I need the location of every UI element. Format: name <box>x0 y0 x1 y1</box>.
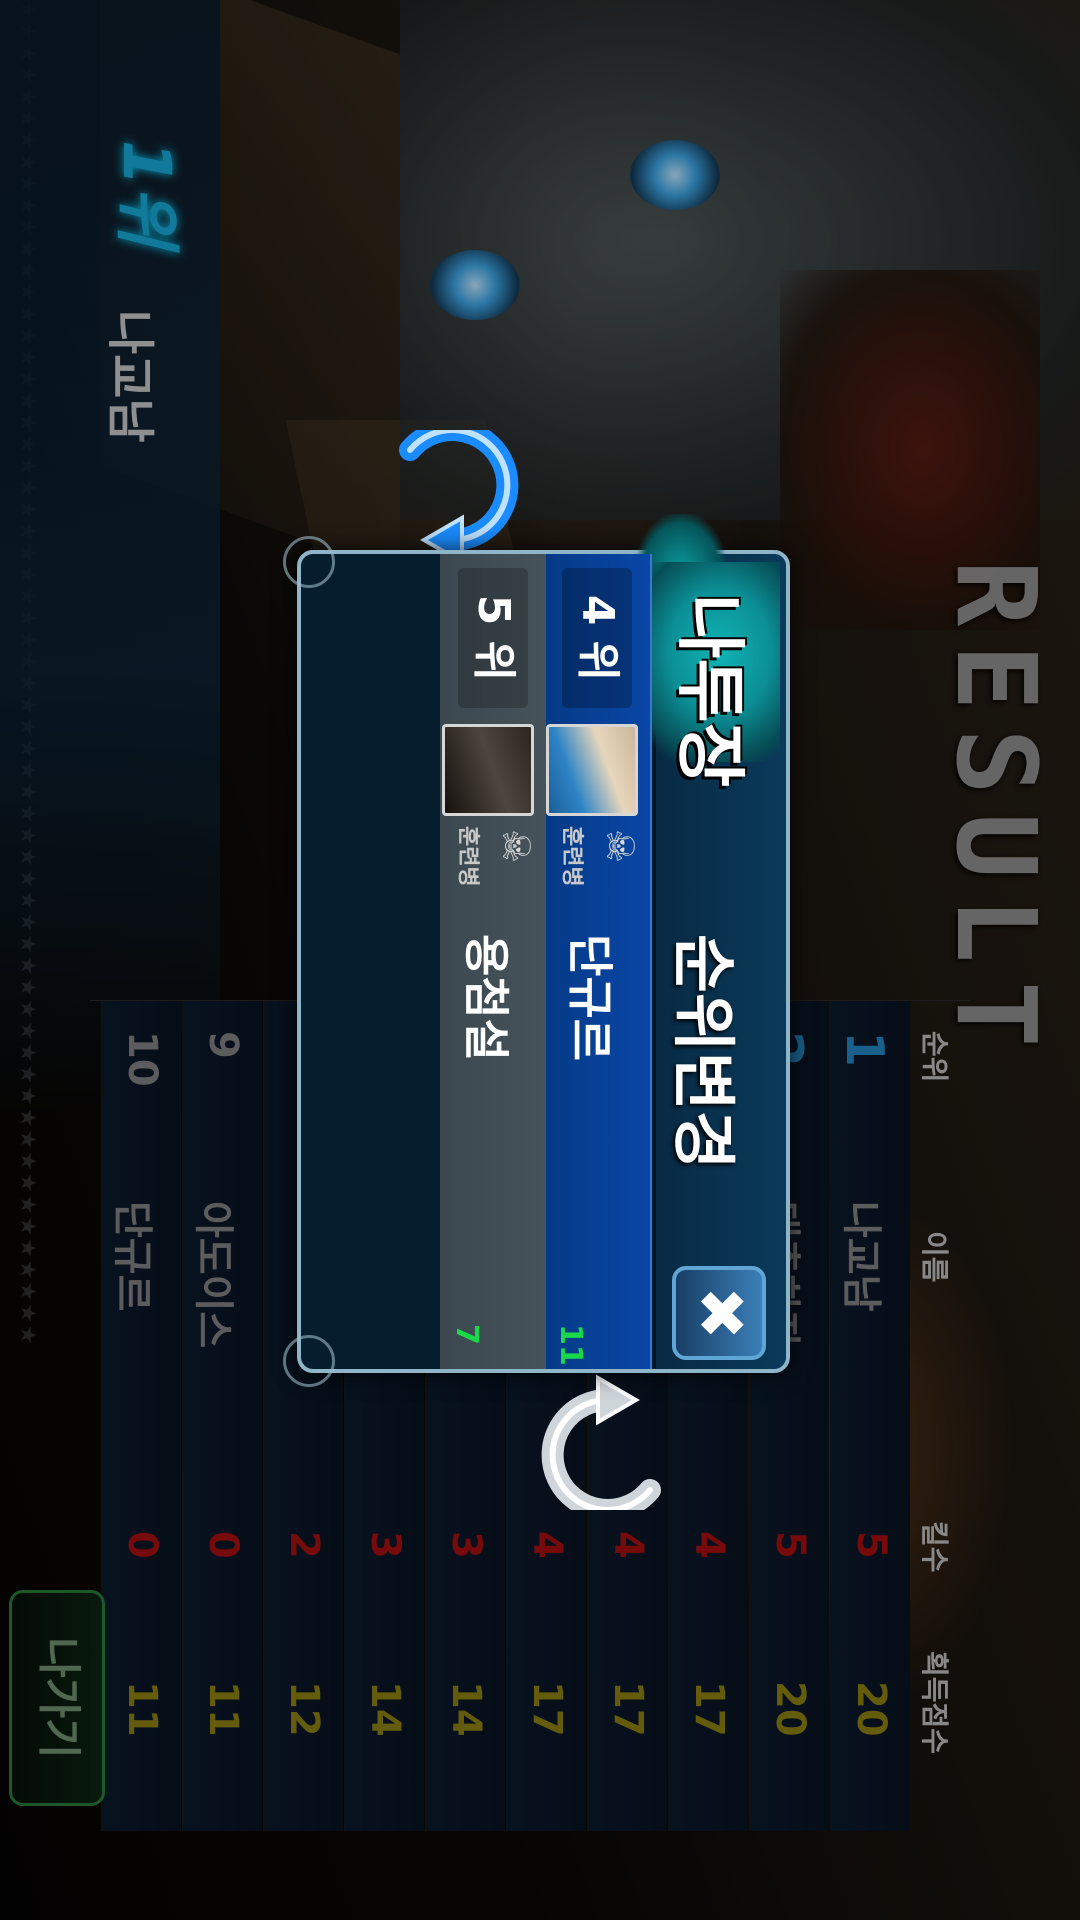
player-name: 용첨설 <box>459 934 513 1061</box>
rank-row-opponent: 5 위 ☠ 훈련병 용첨설 7 <box>440 554 546 1369</box>
screen: ★★★★★★★★★★★★★★★★★★★★★★★★★★★★★★★★★★★★★★★★… <box>0 0 1080 1920</box>
popup-title: 순위변경 <box>665 934 739 1170</box>
avatar <box>442 724 534 816</box>
skull-crossbones-icon: ☠ <box>494 829 538 864</box>
ornament-corner <box>283 1335 335 1387</box>
player-class: 훈련병 <box>455 826 480 887</box>
rank-row-player: 4 위 ☠ 훈련병 단규르 11 <box>544 554 652 1369</box>
popup-username: 나투장 <box>669 594 751 788</box>
rank-down-arrow-icon <box>541 1374 661 1510</box>
row-rank: 4 위 <box>562 568 632 708</box>
player-score: 7 <box>449 1324 484 1345</box>
ornament-corner <box>283 536 335 588</box>
avatar <box>546 724 638 816</box>
close-x-icon: ✖ <box>683 1286 757 1340</box>
popup-header: 나투장 순위변경 ✖ <box>630 514 786 1369</box>
close-button[interactable]: ✖ <box>672 1266 766 1360</box>
player-class: 훈련병 <box>559 826 584 887</box>
row-rank: 5 위 <box>458 568 528 708</box>
player-name: 단규르 <box>563 934 617 1061</box>
landscape-canvas: ★★★★★★★★★★★★★★★★★★★★★★★★★★★★★★★★★★★★★★★★… <box>0 0 1080 1920</box>
rank-change-popup: 나투장 순위변경 ✖ 4 위 ☠ 훈련병 단규르 11 5 위 ☠ 훈련병 용첨… <box>283 514 790 1387</box>
skull-crossbones-icon: ☠ <box>598 829 642 864</box>
rank-up-arrow-icon <box>399 430 519 566</box>
player-score: 11 <box>553 1324 588 1366</box>
